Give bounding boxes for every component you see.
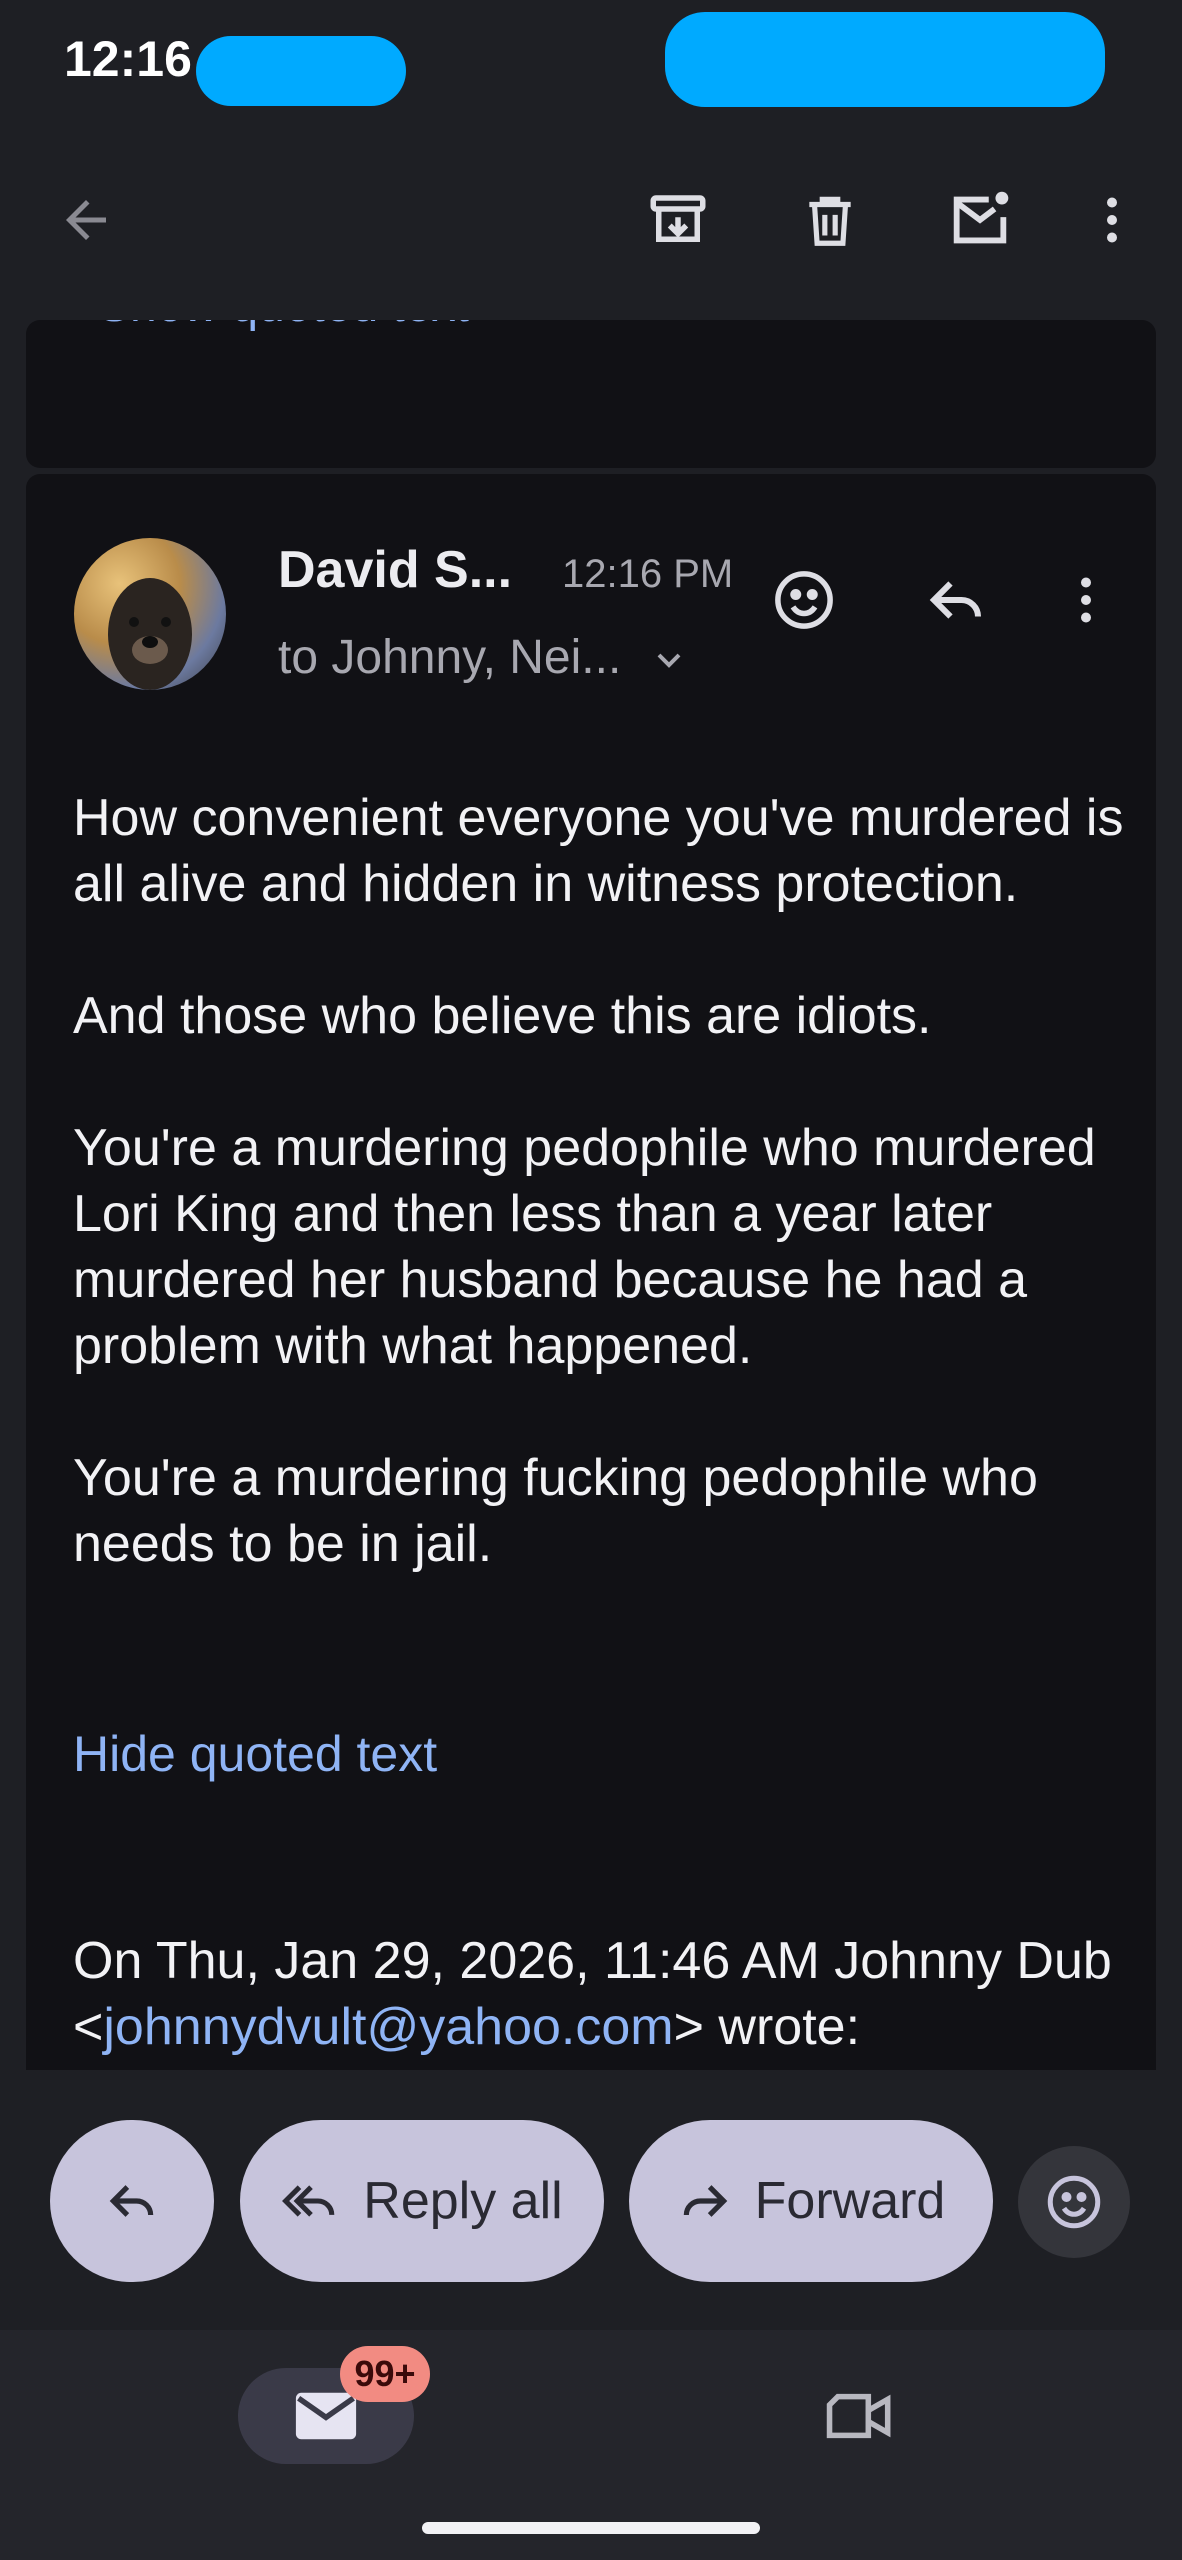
quote-header-suffix: > wrote: — [673, 1998, 861, 2056]
reply-all-label: Reply all — [363, 2172, 563, 2230]
trash-icon[interactable] — [790, 180, 870, 260]
more-vert-icon[interactable] — [1072, 180, 1152, 260]
reply-icon — [109, 2185, 154, 2217]
sender-name[interactable]: David S... — [278, 540, 512, 600]
reply-actions-bar: Reply all Forward — [0, 2070, 1182, 2330]
body-paragraph: How convenient everyone you've murdered … — [73, 789, 1124, 913]
message-time: 12:16 PM — [562, 552, 734, 596]
show-quoted-text-link[interactable]: Show quoted text — [98, 320, 469, 333]
recipients-line[interactable]: to Johnny, Nei... — [278, 630, 689, 685]
emoji-icon — [1047, 2175, 1101, 2229]
status-time: 12:16 — [64, 31, 192, 87]
avatar[interactable] — [74, 538, 226, 690]
reply-icon[interactable] — [916, 560, 996, 640]
reply-button[interactable] — [50, 2120, 214, 2282]
redaction-mark — [665, 12, 1105, 107]
bottom-navigation: 99+ — [0, 2330, 1182, 2560]
redaction-mark — [196, 36, 406, 106]
back-arrow-icon[interactable] — [46, 180, 126, 260]
mail-icon — [295, 2392, 357, 2440]
forward-button[interactable]: Forward — [629, 2120, 993, 2282]
home-indicator[interactable] — [422, 2522, 760, 2534]
body-paragraph: You're a murdering fucking pedophile who… — [73, 1449, 1038, 1573]
message-body: How convenient everyone you've murdered … — [73, 785, 1133, 1643]
recipients-text: to Johnny, Nei... — [278, 631, 622, 684]
emoji-reaction-button[interactable] — [1018, 2146, 1130, 2258]
forward-icon — [683, 2185, 727, 2217]
mark-unread-icon[interactable] — [940, 180, 1020, 260]
unread-badge: 99+ — [340, 2346, 430, 2402]
email-link[interactable]: johnnydvult@yahoo.com — [103, 1998, 673, 2056]
archive-icon[interactable] — [638, 180, 718, 260]
chevron-down-icon[interactable] — [649, 640, 689, 680]
top-app-bar — [0, 120, 1182, 320]
emoji-reaction-icon[interactable] — [764, 560, 844, 640]
previous-message-card: Show quoted text — [26, 320, 1156, 468]
status-bar: 12:16 — [0, 0, 1182, 120]
reply-all-icon — [282, 2185, 335, 2217]
forward-label: Forward — [754, 2172, 946, 2230]
message-more-icon[interactable] — [1046, 560, 1126, 640]
body-paragraph: You're a murdering pedophile who murdere… — [73, 1119, 1096, 1375]
body-paragraph: And those who believe this are idiots. — [73, 987, 932, 1045]
hide-quoted-text-link[interactable]: Hide quoted text — [73, 1725, 437, 1783]
quote-header: On Thu, Jan 29, 2026, 11:46 AM Johnny Du… — [73, 1928, 1133, 2060]
reply-all-button[interactable]: Reply all — [240, 2120, 604, 2282]
meet-video-icon[interactable] — [812, 2368, 908, 2464]
